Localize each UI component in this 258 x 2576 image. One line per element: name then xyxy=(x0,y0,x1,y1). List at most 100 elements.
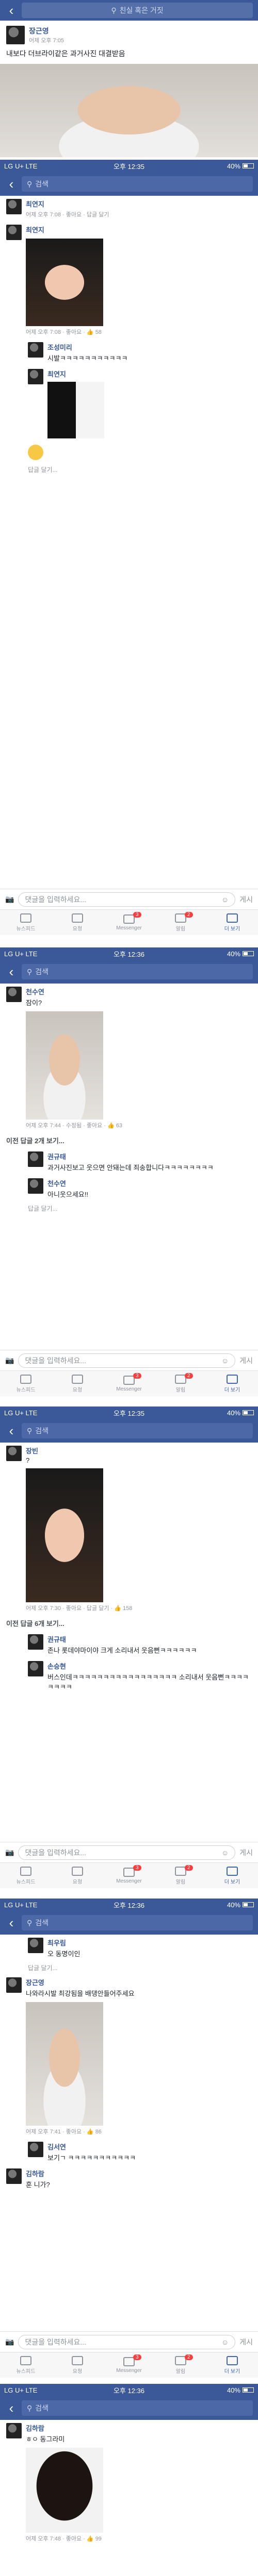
comment-photo[interactable] xyxy=(26,239,103,326)
status-bar: LG U+ LTE 오후 12:36 40% xyxy=(0,2384,258,2396)
search-input[interactable]: ⚲ 검색 xyxy=(22,964,253,979)
battery-icon xyxy=(243,1410,254,1415)
emoji-icon[interactable]: ☺ xyxy=(221,2338,229,2346)
send-button[interactable]: 게시 xyxy=(239,1848,253,1858)
comment-composer: 📷 댓글을 입력하세요... ☺ 게시 xyxy=(0,889,258,909)
comment-photo[interactable] xyxy=(26,1011,103,1120)
tab-more[interactable]: 더 보기 xyxy=(206,1863,258,1888)
tab-messenger[interactable]: 3 Messenger xyxy=(103,1863,155,1888)
camera-icon[interactable]: 📷 xyxy=(5,1356,14,1365)
back-icon[interactable]: ‹ xyxy=(5,1915,18,1931)
search-icon: ⚲ xyxy=(27,2403,33,2412)
comment-photo[interactable] xyxy=(26,1468,103,1602)
avatar[interactable] xyxy=(6,2168,22,2184)
tab-newsfeed[interactable]: 뉴스피드 xyxy=(0,2352,52,2378)
send-button[interactable]: 게시 xyxy=(239,894,253,905)
sticker-image[interactable] xyxy=(47,382,104,438)
emoji-icon[interactable]: ☺ xyxy=(221,1849,229,1857)
avatar[interactable] xyxy=(28,1151,43,1167)
avatar[interactable] xyxy=(28,1938,43,1953)
reply-link[interactable]: 답글 달기... xyxy=(0,1961,258,1974)
status-bar: LG U+ LTE 오후 12:35 40% xyxy=(0,1406,258,1419)
reply-link[interactable]: 답글 달기... xyxy=(0,463,258,476)
camera-icon[interactable]: 📷 xyxy=(5,895,14,904)
back-icon[interactable]: ‹ xyxy=(5,964,18,980)
tab-more[interactable]: 더 보기 xyxy=(206,2352,258,2378)
send-button[interactable]: 게시 xyxy=(239,1355,253,1366)
battery-icon xyxy=(243,163,254,168)
search-bar: ‹ ⚲ 검색 xyxy=(0,1911,258,1935)
post-text: 내보다 더브라이같은 과거사진 대결받음 xyxy=(6,49,125,58)
reply: 권규태 존나 롯데야마이야 크게 소리내서 웃음뻔ㅋㅋㅋㅋㅋㅋ xyxy=(0,1631,258,1658)
author-name[interactable]: 장근영 xyxy=(29,26,64,36)
comment-photo[interactable] xyxy=(26,2448,103,2533)
avatar[interactable] xyxy=(6,2423,22,2438)
emoji-icon[interactable]: ☺ xyxy=(221,1357,229,1365)
avatar[interactable] xyxy=(6,1977,22,1993)
reply xyxy=(0,442,258,463)
tab-notifications[interactable]: 2 알림 xyxy=(155,910,206,935)
back-icon[interactable]: ‹ xyxy=(5,1423,18,1439)
avatar[interactable] xyxy=(28,1661,43,1676)
send-button[interactable]: 게시 xyxy=(239,2337,253,2347)
avatar[interactable] xyxy=(6,199,22,214)
search-input[interactable]: ⚲ 검색 xyxy=(22,2400,253,2416)
screen-5: 📷 댓글을 입력하세요... ☺ 게시 뉴스피드 요청 3 Messenger 2알… xyxy=(0,1842,258,2329)
avatar[interactable] xyxy=(28,2142,43,2157)
tab-messenger[interactable]: 3 Messenger xyxy=(103,910,155,935)
avatar[interactable] xyxy=(6,26,25,44)
reply-link[interactable]: 답글 달기... xyxy=(0,1202,258,1215)
sticker-image[interactable] xyxy=(28,445,43,460)
view-more-replies[interactable]: 이전 답글 6개 보기... xyxy=(0,1615,258,1631)
reply: 김서연 보기ㄱ ㅋㅋㅋㅋㅋㅋㅋㅋㅋㅋㅋ xyxy=(0,2139,258,2165)
tab-notifications[interactable]: 2 알림 xyxy=(155,1863,206,1888)
reply: 최연지 xyxy=(0,366,258,442)
comment-input[interactable]: 댓글을 입력하세요... ☺ xyxy=(18,2334,236,2349)
tab-more[interactable]: 더 보기 xyxy=(206,910,258,935)
avatar[interactable] xyxy=(6,1446,22,1461)
camera-icon[interactable]: 📷 xyxy=(5,2337,14,2346)
search-icon: ⚲ xyxy=(111,6,117,14)
back-icon[interactable]: ‹ xyxy=(5,2400,18,2416)
comment-input[interactable]: 댓글을 입력하세요... ☺ xyxy=(18,892,236,907)
post: 장근영 어제 오후 7:05 내보다 더브라이같은 과거사진 대결받음 xyxy=(0,21,258,64)
tab-requests[interactable]: 요청 xyxy=(52,1863,103,1888)
comment-input[interactable]: 댓글을 입력하세요... ☺ xyxy=(18,1845,236,1860)
avatar[interactable] xyxy=(28,1634,43,1650)
back-icon[interactable]: ‹ xyxy=(5,3,18,19)
emoji-icon[interactable]: ☺ xyxy=(221,895,229,904)
tab-more[interactable]: 더 보기 xyxy=(206,1371,258,1396)
avatar[interactable] xyxy=(28,1178,43,1194)
tab-requests[interactable]: 요청 xyxy=(52,1371,103,1396)
tab-messenger[interactable]: 3 Messenger xyxy=(103,1371,155,1396)
back-icon[interactable]: ‹ xyxy=(5,176,18,192)
search-input[interactable]: ⚲ 검색 xyxy=(22,1915,253,1930)
camera-icon[interactable]: 📷 xyxy=(5,1848,14,1857)
search-input[interactable]: ⚲ 검색 xyxy=(22,1423,253,1438)
search-input[interactable]: ⚲ 검색 xyxy=(22,176,253,192)
avatar[interactable] xyxy=(28,342,43,358)
avatar[interactable] xyxy=(6,225,22,240)
tab-requests[interactable]: 요청 xyxy=(52,2352,103,2378)
avatar[interactable] xyxy=(28,369,43,384)
tab-newsfeed[interactable]: 뉴스피드 xyxy=(0,910,52,935)
menu-icon xyxy=(227,1374,238,1384)
screen-3: 📷 댓글을 입력하세요... ☺ 게시 뉴스피드 요청 3 Messenger 2알… xyxy=(0,889,258,1347)
tab-bar: 뉴스피드 요청 3 Messenger 2 알림 더 보기 xyxy=(0,2352,258,2378)
comment-composer: 📷 댓글을 입력하세요... ☺ 게시 xyxy=(0,1350,258,1370)
tab-newsfeed[interactable]: 뉴스피드 xyxy=(0,1863,52,1888)
view-more-replies[interactable]: 이전 답글 2개 보기... xyxy=(0,1132,258,1148)
status-bar: LG U+ LTE 오후 12:36 40% xyxy=(0,947,258,960)
tab-newsfeed[interactable]: 뉴스피드 xyxy=(0,1371,52,1396)
search-input[interactable]: ⚲ 친실 혹은 거짓 xyxy=(22,3,253,18)
tab-bar: 뉴스피드 요청 3 Messenger 2 알림 더 보기 xyxy=(0,1370,258,1396)
tab-requests[interactable]: 요청 xyxy=(52,910,103,935)
tab-messenger[interactable]: 3 Messenger xyxy=(103,2352,155,2378)
tab-notifications[interactable]: 2 알림 xyxy=(155,2352,206,2378)
post-photo[interactable] xyxy=(0,64,258,157)
avatar[interactable] xyxy=(6,987,22,1002)
comment-input[interactable]: 댓글을 입력하세요... ☺ xyxy=(18,1353,236,1368)
comment: 장근영 나와라시발 최강됨을 배댕안들어주세요 어제 오후 7:41 · 좋아요… xyxy=(0,1974,258,2139)
comment-photo[interactable] xyxy=(26,2002,103,2126)
tab-notifications[interactable]: 2 알림 xyxy=(155,1371,206,1396)
